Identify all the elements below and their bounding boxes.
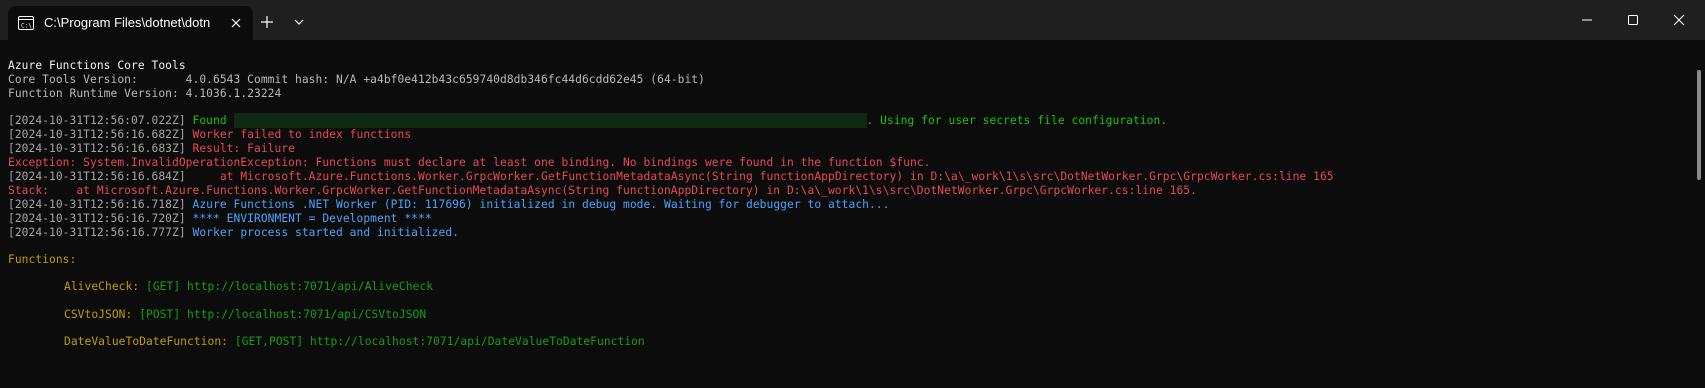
terminal-icon: C:\ [18,16,34,30]
log-message: Result: Failure [192,142,296,155]
exception-line: Exception: System.InvalidOperationExcept… [8,156,931,169]
function-url[interactable]: http://localhost:7071/api/AliveCheck [187,280,433,293]
function-url[interactable]: http://localhost:7071/api/DateValueToDat… [310,335,645,348]
log-timestamp: [2024-10-31T12:56:16.684Z] [8,170,186,183]
log-line: [2024-10-31T12:56:16.718Z] Azure Functio… [8,197,890,212]
function-entry: CSVtoJSON: [POST] http://localhost:7071/… [64,307,426,322]
function-methods: [GET] [146,280,181,293]
function-name: AliveCheck: [64,280,140,293]
log-line: [2024-10-31T12:56:07.022Z] Found . Using… [8,113,1167,128]
log-message: at Microsoft.Azure.Functions.Worker.Grpc… [192,170,1334,183]
close-icon[interactable] [226,13,246,33]
core-tools-version: Core Tools Version: 4.0.6543 Commit hash… [8,73,705,86]
runtime-version: Function Runtime Version: 4.1036.1.23224 [8,87,282,100]
functions-heading: Functions: [8,253,77,266]
function-methods: [GET,POST] [234,335,304,348]
function-name: DateValueToDateFunction: [64,335,228,348]
log-line: [2024-10-31T12:56:16.720Z] **** ENVIRONM… [8,211,432,226]
header-title: Azure Functions Core Tools [8,59,186,72]
log-message: Azure Functions .NET Worker (PID: 117696… [192,198,890,211]
log-timestamp: [2024-10-31T12:56:16.720Z] [8,212,186,225]
plus-icon[interactable] [257,12,277,32]
log-timestamp: [2024-10-31T12:56:16.683Z] [8,142,186,155]
log-message: . Using for user secrets file configurat… [866,114,1168,127]
log-timestamp: [2024-10-31T12:56:16.777Z] [8,226,186,239]
function-url[interactable]: http://localhost:7071/api/CSVtoJSON [187,308,426,321]
function-name: CSVtoJSON: [64,308,133,321]
terminal-output[interactable]: Azure Functions Core Tools Core Tools Ve… [0,40,1693,388]
log-timestamp: [2024-10-31T12:56:16.682Z] [8,128,186,141]
chevron-down-icon[interactable] [290,12,308,32]
svg-text:C:\: C:\ [21,23,32,30]
log-line: [2024-10-31T12:56:16.683Z] Result: Failu… [8,141,295,156]
function-entry: DateValueToDateFunction: [GET,POST] http… [64,334,645,349]
log-timestamp: [2024-10-31T12:56:16.718Z] [8,198,186,211]
function-methods: [POST] [139,308,181,321]
window-close-icon[interactable] [1656,0,1702,40]
log-message: Worker process started and initialized. [192,226,460,239]
scrollbar-thumb[interactable] [1697,70,1701,180]
title-bar: C:\ C:\Program Files\dotnet\dotn [0,0,1705,40]
log-message: Worker failed to index functions [192,128,412,141]
log-line: [2024-10-31T12:56:16.684Z] at Microsoft.… [8,169,1334,184]
minimize-icon[interactable] [1564,0,1610,40]
scrollbar[interactable] [1693,40,1705,388]
tab-title: C:\Program Files\dotnet\dotn [44,15,211,30]
maximize-icon[interactable] [1610,0,1656,40]
function-entry: AliveCheck: [GET] http://localhost:7071/… [64,279,433,294]
log-message: Found [192,114,234,127]
redacted-path [233,113,867,128]
log-line: [2024-10-31T12:56:16.777Z] Worker proces… [8,225,459,240]
log-message: **** ENVIRONMENT = Development **** [192,212,432,225]
log-line: [2024-10-31T12:56:16.682Z] Worker failed… [8,127,411,142]
terminal-tab[interactable]: C:\ C:\Program Files\dotnet\dotn [8,6,253,40]
log-timestamp: [2024-10-31T12:56:07.022Z] [8,114,186,127]
stack-line: Stack: at Microsoft.Azure.Functions.Work… [8,184,1197,197]
